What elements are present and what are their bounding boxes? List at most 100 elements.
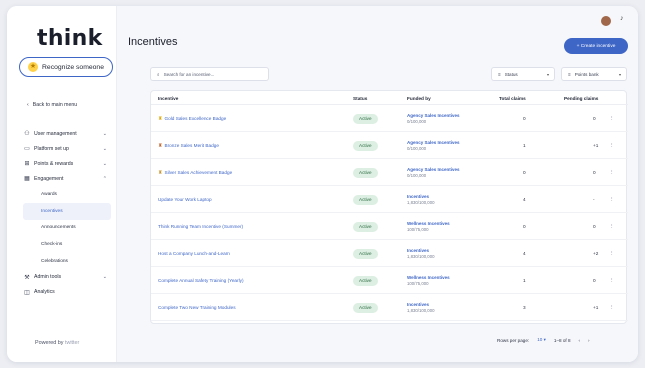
more-actions-icon[interactable]: ⋮ [609, 159, 615, 186]
table-row[interactable]: Complete Two New Training Modules Active I… [151, 294, 628, 321]
pending-claims-value[interactable]: 0 [593, 105, 596, 132]
status-cell: Active [353, 186, 378, 213]
table-row[interactable]: ♜ Gold Sales Excellence Badge Active Agency… [151, 105, 628, 132]
sidebar-item-analytics[interactable]: ◫ Analytics [23, 285, 113, 300]
more-actions-icon[interactable]: ⋮ [609, 240, 615, 267]
incentive-name-link[interactable]: Update Your Work Laptop [158, 197, 212, 202]
chevron-down-icon: ⌄ [102, 160, 107, 167]
monitor-icon: ▭ [24, 146, 30, 152]
search-input[interactable]: ⌕ Search for an incentive... [150, 67, 269, 81]
sidebar-subitem-check-ins[interactable]: Check-ins [23, 236, 113, 253]
sidebar-item-label: Platform set up [34, 145, 69, 152]
fund-amount: 1,830/100,000 [407, 254, 435, 260]
pending-claims-value[interactable]: 0 [593, 267, 596, 294]
gift-icon: ⊞ [24, 161, 30, 167]
pending-claims-value[interactable]: 0 [593, 213, 596, 240]
funded-by-cell: Incentives 1,830/100,000 [407, 294, 434, 321]
incentive-cell: ♜ Gold Sales Excellence Badge [158, 105, 226, 132]
pending-claims-value[interactable]: +2 [593, 240, 598, 267]
sidebar-subitem-awards[interactable]: Awards [23, 186, 113, 203]
table-row[interactable]: ♜ Bronze Sales Merit Badge Active Agency Sa… [151, 132, 628, 159]
incentive-name-link[interactable]: Complete Annual Safety Training (Yearly) [158, 278, 244, 283]
sidebar-item-admin-tools[interactable]: ⚒ Admin tools ⌄ [23, 270, 113, 285]
column-header-incentive[interactable]: Incentive [158, 96, 178, 101]
incentives-table: Incentive Status Funded by Total claims … [150, 90, 628, 324]
more-actions-icon[interactable]: ⋮ [609, 294, 615, 321]
table-row[interactable]: Complete Annual Safety Training (Yearly)… [151, 267, 628, 294]
column-header-pending-claims[interactable]: Pending claims [564, 96, 598, 101]
incentive-name-link[interactable]: Gold Sales Excellence Badge [164, 116, 226, 121]
pending-claims-value[interactable]: 0 [593, 159, 596, 186]
status-filter[interactable]: ≡ Status ▾ [491, 67, 555, 81]
sidebar-subitem-announcements[interactable]: Announcements [23, 220, 113, 237]
funded-by-cell: Agency Sales Incentives 0/100,000 [407, 105, 460, 132]
incentive-cell: Complete Annual Safety Training (Yearly) [158, 267, 244, 294]
status-badge: Active [353, 302, 378, 313]
incentive-name-link[interactable]: Silver Sales Achievement Badge [164, 170, 232, 175]
tools-icon: ⚒ [24, 274, 30, 281]
sidebar-item-user-management[interactable]: ⚇ User management ⌄ [23, 126, 113, 141]
points-bank-filter-label: Points bank [574, 71, 599, 77]
more-actions-icon[interactable]: ⋮ [609, 213, 615, 240]
column-header-total-claims[interactable]: Total claims [499, 96, 526, 101]
sidebar-subitem-incentives[interactable]: Incentives [23, 202, 111, 220]
fund-name-link[interactable]: Incentives [407, 194, 429, 199]
sidebar-item-platform-set-up[interactable]: ▭ Platform set up ⌄ [23, 141, 113, 156]
table-row[interactable]: Update Your Work Laptop Active Incentives 1… [151, 186, 628, 213]
powered-by-label: Powered by [35, 340, 64, 346]
points-bank-filter[interactable]: ≡ Points bank ▾ [561, 67, 627, 81]
rows-per-page-select[interactable]: 10 ▾ [537, 337, 546, 343]
status-badge: Active [353, 275, 378, 286]
fund-name-link[interactable]: Incentives [407, 248, 429, 253]
status-badge: Active [353, 194, 378, 205]
prev-page-button[interactable]: ‹ [579, 338, 581, 343]
filter-icon: ≡ [498, 71, 501, 77]
incentive-name-link[interactable]: Complete Two New Training Modules [158, 305, 236, 310]
pending-claims-value[interactable]: +1 [593, 294, 598, 321]
recognize-someone-button[interactable]: ★ Recognize someone [19, 57, 113, 77]
chevron-down-icon: ▾ [546, 71, 549, 77]
analytics-icon: ◫ [24, 289, 30, 296]
pending-claims-value[interactable]: - [593, 186, 595, 213]
table-row[interactable]: Think Running Team Incentive (Summer) Act… [151, 213, 628, 240]
column-header-status[interactable]: Status [353, 96, 367, 101]
funded-by-cell: Incentives 1,830/100,000 [407, 240, 434, 267]
total-claims-value: 4 [523, 197, 526, 202]
back-label: Back to main menu [32, 102, 78, 108]
funded-by-cell: Agency Sales Incentives 0/100,000 [407, 132, 460, 159]
fund-name-link[interactable]: Wellness Incentives [407, 221, 450, 226]
sidebar-subitem-celebrations[interactable]: Celebrations [23, 253, 113, 270]
fund-name-link[interactable]: Incentives [407, 302, 429, 307]
chevron-left-icon: ‹ [27, 102, 29, 108]
fund-name-link[interactable]: Agency Sales Incentives [407, 113, 460, 118]
avatar[interactable] [601, 16, 611, 26]
incentive-name-link[interactable]: Think Running Team Incentive (Summer) [158, 224, 243, 229]
pending-claims-value[interactable]: +1 [593, 132, 598, 159]
sidebar-item-points-rewards[interactable]: ⊞ Points & rewards ⌄ [23, 156, 113, 171]
fund-name-link[interactable]: Agency Sales Incentives [407, 167, 460, 172]
table-row[interactable]: Host a Company Lunch-and-Learn Active Ince… [151, 240, 628, 267]
fund-name-link[interactable]: Agency Sales Incentives [407, 140, 460, 145]
more-actions-icon[interactable]: ⋮ [609, 105, 615, 132]
incentive-name-link[interactable]: Bronze Sales Merit Badge [164, 143, 218, 148]
status-cell: Active [353, 159, 378, 186]
search-icon: ⌕ [157, 71, 160, 77]
calendar-icon: ▦ [24, 176, 30, 182]
more-actions-icon[interactable]: ⋮ [609, 132, 615, 159]
notification-bell-icon[interactable]: ♪ [620, 15, 624, 22]
next-page-button[interactable]: › [588, 338, 590, 343]
status-cell: Active [353, 132, 378, 159]
incentive-name-link[interactable]: Host a Company Lunch-and-Learn [158, 251, 230, 256]
fund-amount: 100/75,000 [407, 281, 429, 287]
fund-name-link[interactable]: Wellness Incentives [407, 275, 450, 280]
back-to-main-menu[interactable]: ‹ Back to main menu [27, 102, 77, 108]
users-icon: ⚇ [24, 131, 30, 137]
create-incentive-button[interactable]: + Create incentive [564, 38, 628, 54]
rows-per-page-label: Rows per page: [497, 337, 530, 343]
total-claims-value: 0 [523, 170, 526, 175]
column-header-funded-by[interactable]: Funded by [407, 96, 431, 101]
more-actions-icon[interactable]: ⋮ [609, 186, 615, 213]
sidebar-item-engagement[interactable]: ▦ Engagement ⌃ [23, 171, 113, 186]
table-row[interactable]: ♜ Silver Sales Achievement Badge Active Age… [151, 159, 628, 186]
more-actions-icon[interactable]: ⋮ [609, 267, 615, 294]
